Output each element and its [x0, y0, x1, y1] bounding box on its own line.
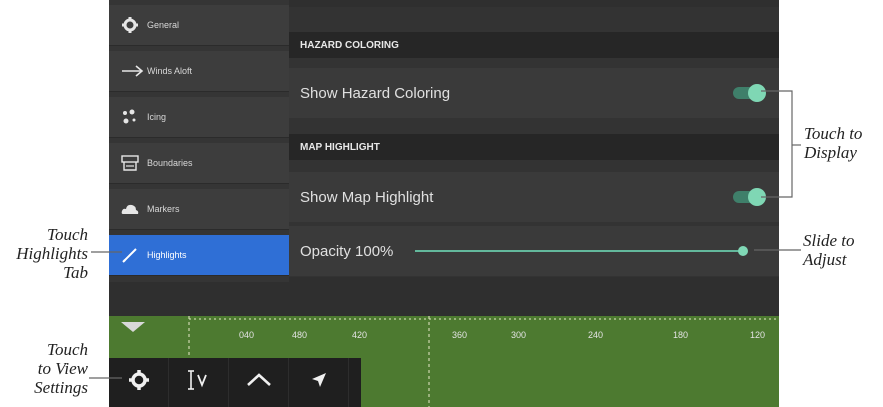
cloud-icon: [121, 203, 147, 215]
distance-tick-label: 040: [239, 330, 255, 340]
callout-touch-to-view-settings: Touch to View Settings: [34, 340, 88, 397]
profile-icon: [246, 372, 272, 393]
bottom-toolbar: [109, 358, 361, 407]
hazard-coloring-header: HAZARD COLORING: [289, 32, 779, 58]
sidebar-item-label: Highlights: [147, 250, 187, 260]
sidebar-item-general[interactable]: General: [109, 5, 289, 46]
map-highlight-toggle[interactable]: [733, 188, 766, 206]
settings-gear-icon: [128, 369, 150, 396]
show-hazard-coloring-row[interactable]: Show Hazard Coloring: [289, 68, 779, 118]
map-highlight-header: MAP HIGHLIGHT: [289, 134, 779, 160]
hazard-coloring-toggle[interactable]: [733, 84, 766, 102]
opacity-row: Opacity 100%: [289, 226, 779, 276]
sidebar-item-label: General: [147, 20, 180, 30]
sidebar-item-label: Markers: [147, 204, 180, 214]
opacity-slider-knob[interactable]: [738, 246, 748, 256]
icing-icon: [121, 108, 147, 126]
sidebar-item-winds-aloft[interactable]: Winds Aloft: [109, 51, 289, 92]
gear-icon: [121, 16, 147, 34]
profile-button[interactable]: [229, 358, 289, 407]
sidebar-item-boundaries[interactable]: Boundaries: [109, 143, 289, 184]
settings-panel: HAZARD COLORING Show Hazard Coloring MAP…: [289, 7, 779, 277]
show-hazard-coloring-label: Show Hazard Coloring: [300, 84, 451, 102]
callout-touch-highlights-tab: Touch Highlights Tab: [16, 225, 88, 282]
sidebar: General Winds Aloft Icing Boundaries Mar…: [109, 0, 289, 282]
callout-slide-to-adjust: Slide to Adjust: [803, 231, 855, 269]
navigate-icon: [310, 371, 328, 394]
distance-tick-label: 480: [292, 330, 308, 340]
callout-touch-to-display: Touch to Display: [804, 124, 863, 162]
show-map-highlight-label: Show Map Highlight: [300, 188, 434, 206]
sidebar-item-label: Icing: [147, 112, 167, 122]
show-map-highlight-row[interactable]: Show Map Highlight: [289, 172, 779, 222]
navigate-button[interactable]: [289, 358, 349, 407]
sidebar-item-markers[interactable]: Markers: [109, 189, 289, 230]
pencil-icon: [121, 246, 147, 264]
altitude-icon: [186, 369, 212, 396]
sidebar-item-label: Winds Aloft: [147, 66, 193, 76]
sidebar-item-highlights[interactable]: Highlights: [109, 235, 289, 276]
sidebar-item-icing[interactable]: Icing: [109, 97, 289, 138]
altitude-button[interactable]: [169, 358, 229, 407]
opacity-label: Opacity 100%: [300, 242, 394, 260]
distance-tick-label: 300: [511, 330, 527, 340]
distance-tick-label: 360: [452, 330, 468, 340]
arrow-right-icon: [121, 65, 147, 77]
distance-tick-label: 420: [352, 330, 368, 340]
distance-tick-label: 240: [588, 330, 604, 340]
sidebar-item-label: Boundaries: [147, 158, 193, 168]
distance-tick-label: 180: [673, 330, 689, 340]
boundaries-icon: [121, 155, 147, 171]
app-screen: General Winds Aloft Icing Boundaries Mar…: [109, 0, 779, 407]
settings-button[interactable]: [109, 358, 169, 407]
distance-tick-label: 120: [750, 330, 766, 340]
opacity-slider-track[interactable]: [415, 250, 745, 252]
